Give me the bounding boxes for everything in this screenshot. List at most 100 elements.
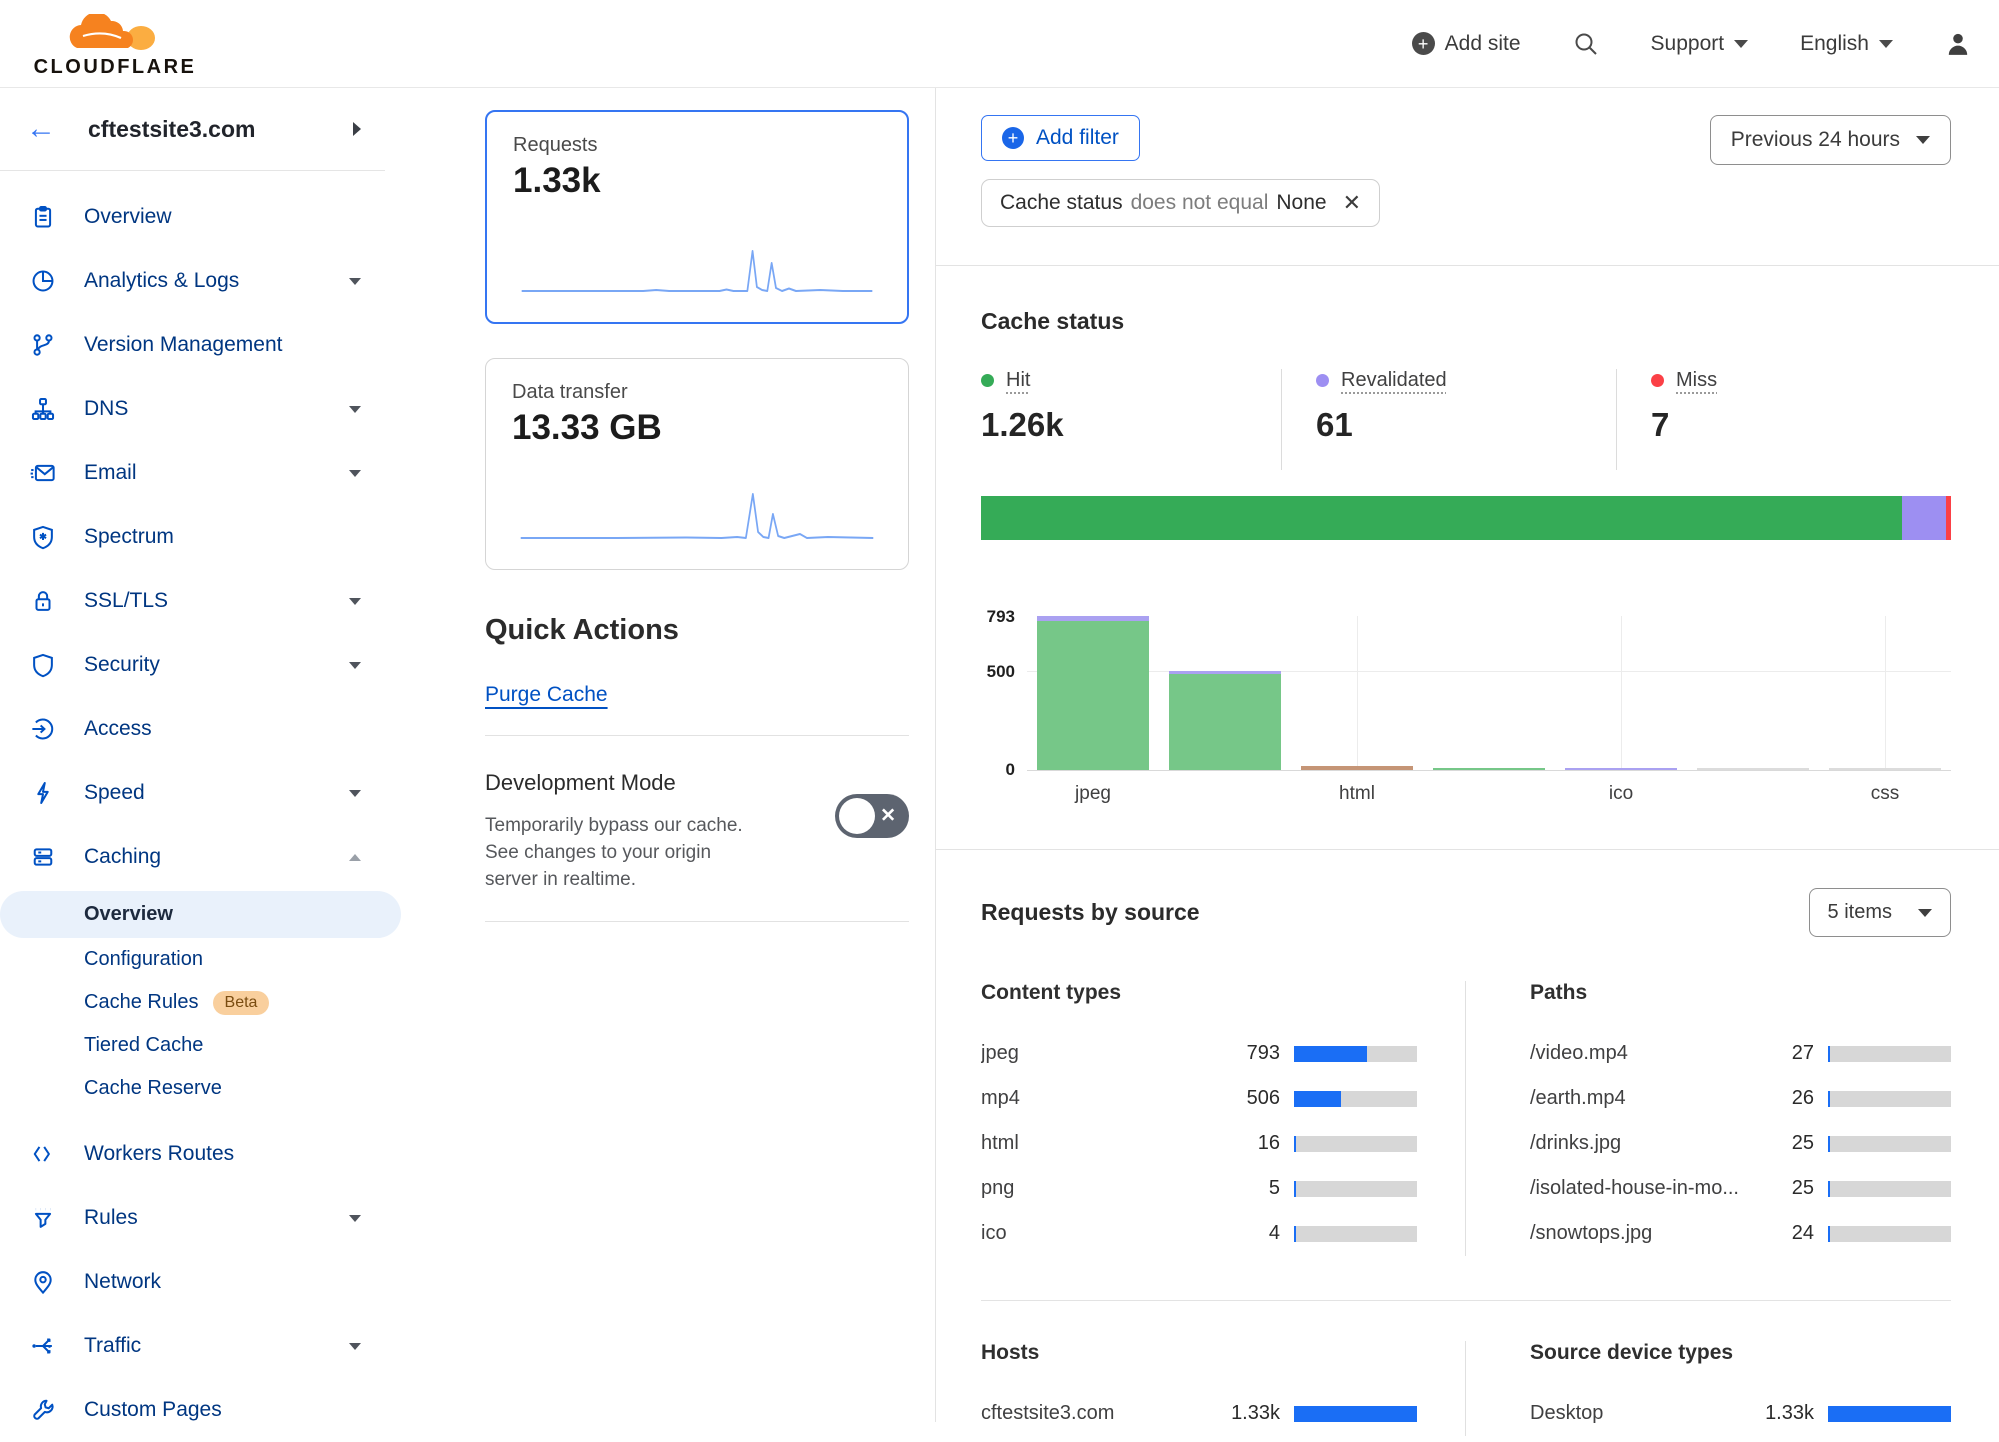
row-label: /isolated-house-in-mo... <box>1530 1177 1762 1200</box>
purge-cache-link[interactable]: Purge Cache <box>485 683 608 707</box>
table-row[interactable]: /isolated-house-in-mo... 25 <box>1530 1166 1951 1211</box>
back-arrow-icon[interactable]: ← <box>26 114 56 144</box>
bar-png[interactable] <box>1433 616 1545 770</box>
filter-chip-value: None <box>1276 191 1326 215</box>
data-transfer-card-label: Data transfer <box>512 381 882 404</box>
remove-filter-icon[interactable]: ✕ <box>1343 190 1361 216</box>
sidebar-item-label: Custom Pages <box>84 1398 361 1422</box>
sidebar-item-network[interactable]: Network <box>0 1250 385 1314</box>
revalidated-stat: Revalidated 61 <box>1281 369 1616 470</box>
sidebar-item-dns[interactable]: DNS <box>0 377 385 441</box>
sidebar-item-caching[interactable]: Caching <box>0 825 385 889</box>
bar-mp4[interactable] <box>1169 616 1281 770</box>
bar-ico[interactable] <box>1565 616 1677 770</box>
table-row[interactable]: /snowtops.jpg 24 <box>1530 1211 1951 1256</box>
sidebar-item-access[interactable]: Access <box>0 697 385 761</box>
chevron-down-icon <box>349 598 361 605</box>
subnav-item-cache-reserve[interactable]: Cache Reserve <box>0 1067 385 1110</box>
sidebar-item-label: Security <box>84 653 349 677</box>
progress-fill <box>1828 1406 1951 1422</box>
revalidated-label[interactable]: Revalidated <box>1341 369 1447 392</box>
subnav-item-label: Overview <box>84 903 173 926</box>
sidebar-item-workers-routes[interactable]: Workers Routes <box>0 1122 385 1186</box>
add-site-button[interactable]: + Add site <box>1412 32 1521 56</box>
sidebar-item-traffic[interactable]: Traffic <box>0 1314 385 1378</box>
divider <box>485 735 909 736</box>
cloudflare-logo[interactable]: CLOUDFLARE <box>20 8 210 79</box>
row-label: /snowtops.jpg <box>1530 1222 1762 1245</box>
table-row[interactable]: mp4 506 <box>981 1076 1417 1121</box>
sidebar-item-version-management[interactable]: Version Management <box>0 313 385 377</box>
sidebar-item-email[interactable]: Email <box>0 441 385 505</box>
sidebar-item-overview[interactable]: Overview <box>0 185 385 249</box>
source-device-types-heading: Source device types <box>1530 1341 1951 1365</box>
table-row[interactable]: png 5 <box>981 1166 1417 1211</box>
miss-label[interactable]: Miss <box>1676 369 1717 392</box>
development-mode-section: Development Mode Temporarily bypass our … <box>485 770 909 893</box>
bar-css[interactable] <box>1829 616 1941 770</box>
row-label: html <box>981 1132 1228 1155</box>
chevron-right-icon[interactable] <box>353 122 361 136</box>
table-row[interactable]: html 16 <box>981 1121 1417 1166</box>
bar-html[interactable] <box>1301 616 1413 770</box>
subnav-item-label: Configuration <box>84 948 203 971</box>
progress-fill <box>1828 1046 1830 1062</box>
sidebar-item-analytics-logs[interactable]: Analytics & Logs <box>0 249 385 313</box>
table-row[interactable]: /drinks.jpg 25 <box>1530 1121 1951 1166</box>
sidebar-item-ssl-tls[interactable]: SSL/TLS <box>0 569 385 633</box>
chevron-down-icon <box>1918 909 1932 917</box>
hit-value: 1.26k <box>981 406 1281 444</box>
bar-jpeg[interactable] <box>1037 616 1149 770</box>
progress-track <box>1294 1226 1417 1242</box>
table-row[interactable]: Desktop 1.33k <box>1530 1391 1951 1436</box>
user-account-icon[interactable] <box>1945 31 1971 57</box>
add-filter-button[interactable]: + Add filter <box>981 115 1140 161</box>
filter-chip[interactable]: Cache status does not equal None ✕ <box>981 179 1380 227</box>
progress-fill <box>1294 1226 1296 1242</box>
hit-label[interactable]: Hit <box>1006 369 1030 392</box>
time-range-label: Previous 24 hours <box>1731 128 1900 152</box>
support-menu[interactable]: Support <box>1651 32 1749 56</box>
sidebar-item-label: Analytics & Logs <box>84 269 349 293</box>
subnav-item-overview[interactable]: Overview <box>0 891 401 938</box>
table-row[interactable]: jpeg 793 <box>981 1031 1417 1076</box>
sidebar-item-custom-pages[interactable]: Custom Pages <box>0 1378 385 1442</box>
support-label: Support <box>1651 32 1725 56</box>
chevron-down-icon <box>349 470 361 477</box>
caching-subnav: Overview Configuration Cache Rules Beta … <box>0 889 385 1122</box>
x-tick-css: css <box>1829 783 1941 805</box>
requests-card[interactable]: Requests 1.33k <box>485 110 909 324</box>
plus-icon: + <box>1412 32 1435 55</box>
table-row[interactable]: cftestsite3.com 1.33k <box>981 1391 1417 1436</box>
map-pin-icon <box>30 1269 56 1295</box>
sidebar-item-spectrum[interactable]: Spectrum <box>0 505 385 569</box>
language-menu[interactable]: English <box>1800 32 1893 56</box>
sidebar-item-speed[interactable]: Speed <box>0 761 385 825</box>
cache-status-title: Cache status <box>981 308 1951 335</box>
subnav-item-configuration[interactable]: Configuration <box>0 938 385 981</box>
time-range-dropdown[interactable]: Previous 24 hours <box>1710 115 1951 165</box>
development-mode-toggle[interactable]: ✕ <box>835 794 909 838</box>
row-label: /video.mp4 <box>1530 1042 1762 1065</box>
funnel-icon <box>30 1205 56 1231</box>
sidebar-item-label: Caching <box>84 845 349 869</box>
table-row[interactable]: ico 4 <box>981 1211 1417 1256</box>
shield-icon <box>30 652 56 678</box>
bar-unlabeled[interactable] <box>1697 616 1809 770</box>
analytics-panel: + Add filter Previous 24 hours Cache sta… <box>935 88 1999 1422</box>
search-icon[interactable] <box>1573 31 1599 57</box>
sidebar-item-rules[interactable]: Rules <box>0 1186 385 1250</box>
items-count-dropdown[interactable]: 5 items <box>1809 888 1951 937</box>
progress-fill <box>1294 1136 1296 1152</box>
sidebar-item-label: Traffic <box>84 1334 349 1358</box>
subnav-item-cache-rules[interactable]: Cache Rules Beta <box>0 981 385 1024</box>
sidebar-item-security[interactable]: Security <box>0 633 385 697</box>
padlock-icon <box>30 588 56 614</box>
table-row[interactable]: /earth.mp4 26 <box>1530 1076 1951 1121</box>
data-transfer-card[interactable]: Data transfer 13.33 GB <box>485 358 909 570</box>
sidebar-item-label: Rules <box>84 1206 349 1230</box>
table-row[interactable]: /video.mp4 27 <box>1530 1031 1951 1076</box>
subnav-item-tiered-cache[interactable]: Tiered Cache <box>0 1024 385 1067</box>
toggle-off-x-icon: ✕ <box>880 805 896 828</box>
progress-track <box>1294 1046 1417 1062</box>
